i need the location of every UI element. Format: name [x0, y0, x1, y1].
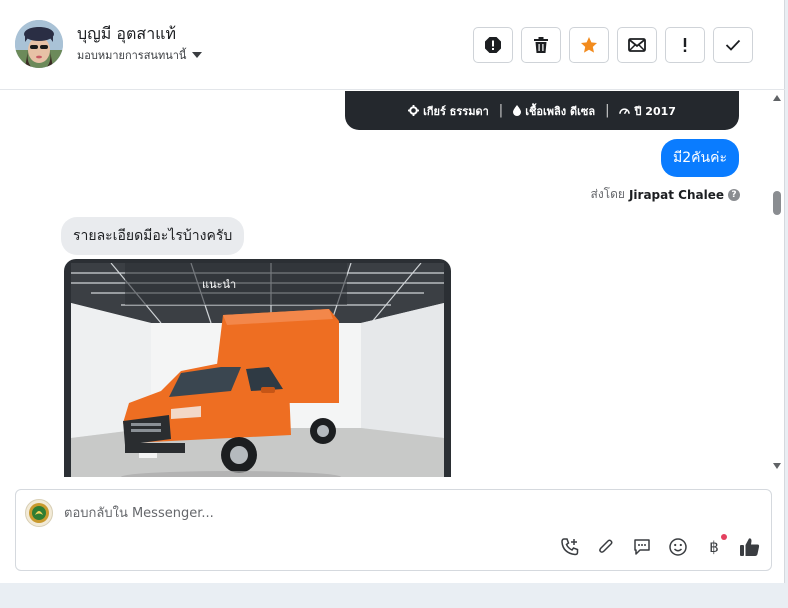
sent-by-prefix: ส่งโดย [590, 187, 625, 201]
mark-done-button[interactable] [713, 27, 753, 63]
sent-by-name: Jirapat Chalee [628, 187, 724, 202]
trash-icon [534, 37, 548, 53]
conversation-panel: บุญมี อุตสาแท้ มอบหมายการสนทนานี้ เกียร์… [0, 0, 785, 583]
window-bottom-strip [0, 583, 788, 608]
help-icon[interactable]: ? [728, 188, 740, 201]
report-button[interactable] [473, 27, 513, 63]
paperclip-icon [599, 539, 613, 553]
thumbs-up-icon [740, 538, 760, 556]
alert-octagon-icon [485, 37, 501, 53]
chevron-down-icon [192, 52, 203, 58]
avatar[interactable] [15, 20, 63, 68]
car-spec-card: เกียร์ ธรรมดา | เชื้อเพลิง ดีเซล | ปี 20… [345, 91, 739, 130]
check-icon [725, 39, 741, 51]
reply-composer: ฿ [15, 489, 772, 571]
smiley-icon [669, 538, 687, 556]
outgoing-message-bubble[interactable]: มี2คันค่ะ [661, 139, 739, 177]
notification-dot [721, 534, 727, 540]
fuel-spec: เชื้อเพลิง ดีเซล [513, 102, 595, 120]
mark-important-button[interactable] [665, 27, 705, 63]
year-text: ปี 2017 [634, 104, 676, 118]
assign-label: มอบหมายการสนทนานี้ [77, 49, 187, 62]
scroll-down-icon[interactable] [773, 463, 781, 469]
assign-conversation-dropdown[interactable]: มอบหมายการสนทนานี้ [77, 46, 203, 64]
gauge-icon [619, 108, 631, 115]
year-spec: ปี 2017 [619, 102, 676, 120]
mark-unread-button[interactable] [617, 27, 657, 63]
gear-spec: เกียร์ ธรรมดา [408, 102, 489, 120]
fuel-text: เชื้อเพลิง ดีเซล [525, 104, 596, 118]
incoming-message-bubble[interactable]: รายละเอียดมีอะไรบ้างครับ [61, 217, 245, 255]
header-actions [473, 27, 753, 63]
baht-icon: ฿ [709, 538, 719, 556]
emoji-button[interactable] [667, 536, 689, 558]
exclamation-icon [683, 38, 687, 52]
payment-button[interactable]: ฿ [703, 534, 727, 558]
attach-button[interactable] [595, 536, 617, 558]
chat-bubble-icon [634, 539, 650, 555]
sent-by-label: ส่งโดย Jirapat Chalee ? [590, 185, 740, 204]
image-attachment[interactable]: แนะนำ [64, 259, 451, 477]
fuel-drop-icon [513, 105, 522, 116]
add-call-button[interactable] [559, 536, 581, 558]
star-button[interactable] [569, 27, 609, 63]
contact-name: บุญมี อุตสาแท้ [77, 24, 177, 43]
reply-input[interactable] [64, 502, 664, 524]
like-button[interactable] [739, 536, 761, 558]
truck-photo [71, 263, 444, 477]
gear-text: เกียร์ ธรรมดา [423, 104, 489, 118]
conversation-header: บุญมี อุตสาแท้ มอบหมายการสนทนานี้ [0, 0, 785, 90]
saved-replies-button[interactable] [631, 536, 653, 558]
envelope-icon [628, 38, 646, 52]
page-logo-avatar [25, 499, 53, 527]
scroll-thumb[interactable] [773, 191, 781, 215]
gear-icon [408, 105, 420, 116]
thread-scrollbar[interactable] [770, 91, 785, 477]
star-icon [581, 37, 597, 53]
image-tag: แนะนำ [202, 278, 237, 291]
composer-toolbar: ฿ [559, 534, 761, 558]
divider: | [498, 103, 504, 118]
delete-button[interactable] [521, 27, 561, 63]
scroll-up-icon[interactable] [773, 95, 781, 101]
phone-plus-icon [561, 538, 579, 556]
message-thread: เกียร์ ธรรมดา | เชื้อเพลิง ดีเซล | ปี 20… [0, 91, 770, 477]
divider: | [605, 103, 610, 118]
